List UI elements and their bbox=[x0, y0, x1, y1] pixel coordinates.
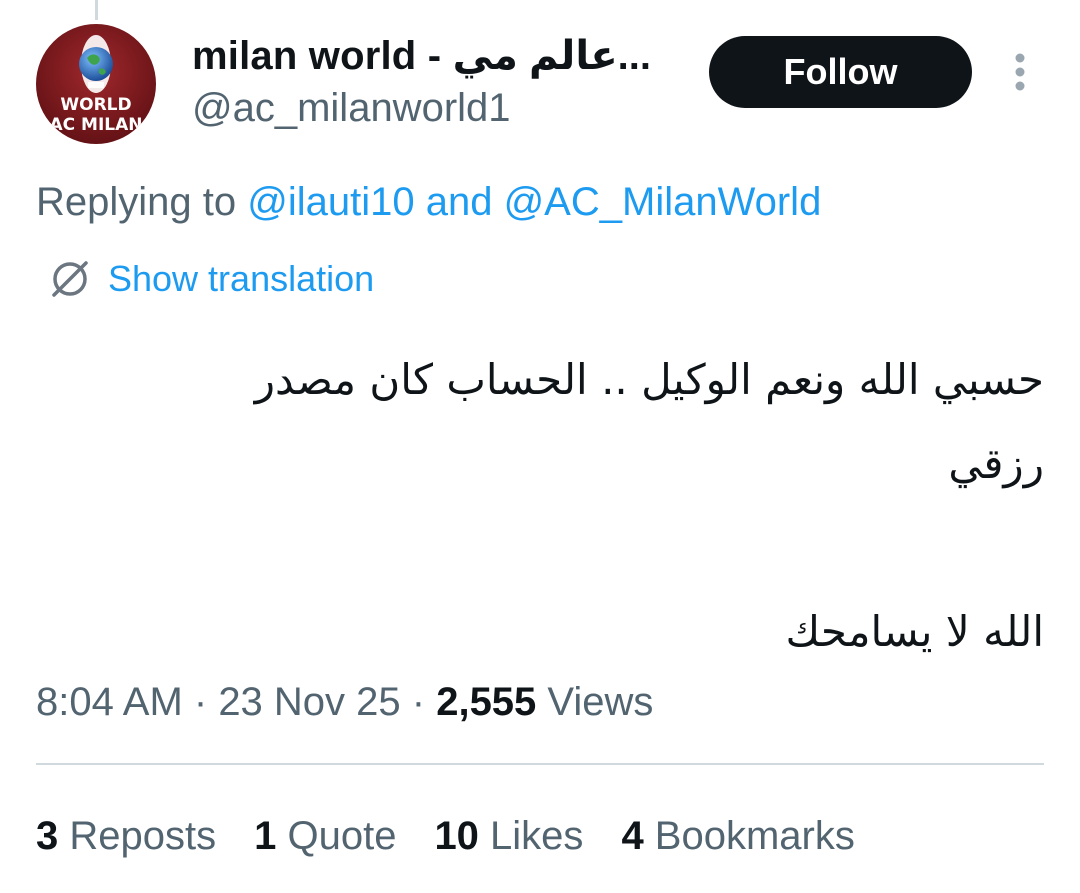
bookmarks-count: 4 bbox=[621, 814, 644, 858]
reply-mention-ilauti10[interactable]: @ilauti10 bbox=[247, 180, 414, 224]
bookmarks-label: Bookmarks bbox=[643, 814, 855, 858]
tweet-line-2: رزقي bbox=[948, 439, 1044, 488]
avatar-logo-icon: WORLD AC MILAN bbox=[36, 24, 156, 144]
author-display-name[interactable]: milan world - عالم مي... bbox=[192, 30, 682, 82]
tweet-time[interactable]: 8:04 AM bbox=[36, 680, 183, 724]
avatar-text-acmilan: AC MILAN bbox=[49, 115, 142, 135]
thread-connector-line bbox=[95, 0, 98, 20]
tweet-body: حسبي الله ونعم الوكيل .. الحساب كان مصدر… bbox=[104, 338, 1044, 674]
more-options-button[interactable] bbox=[1002, 50, 1038, 94]
views-count: 2,555 bbox=[436, 680, 537, 724]
replying-to-line: Replying to @ilauti10 and @AC_MilanWorld bbox=[36, 176, 821, 228]
author-info: milan world - عالم مي... @ac_milanworld1 bbox=[192, 30, 682, 134]
tweet-date[interactable]: 23 Nov 25 bbox=[218, 680, 400, 724]
avatar[interactable]: WORLD AC MILAN bbox=[36, 24, 156, 144]
tweet-line-3: الله لا يسامحك bbox=[785, 607, 1044, 656]
reply-mention-ac-milanworld[interactable]: @AC_MilanWorld bbox=[504, 180, 822, 224]
meta-separator-1: · bbox=[182, 680, 219, 724]
likes-stat[interactable]: 10 Likes bbox=[434, 810, 583, 862]
quotes-count: 1 bbox=[254, 814, 277, 858]
engagement-stats: 3 Reposts 1 Quote 10 Likes 4 Bookmarks bbox=[36, 810, 893, 862]
meta-separator-2: · bbox=[400, 680, 437, 724]
views-label: Views bbox=[536, 680, 654, 724]
follow-button[interactable]: Follow bbox=[709, 36, 972, 108]
globe-slash-icon bbox=[52, 261, 88, 297]
author-handle[interactable]: @ac_milanworld1 bbox=[192, 82, 682, 134]
reply-connector: and bbox=[414, 180, 504, 224]
tweet-meta: 8:04 AM · 23 Nov 25 · 2,555 Views bbox=[36, 676, 653, 728]
reposts-stat[interactable]: 3 Reposts bbox=[36, 810, 216, 862]
avatar-text-world: WORLD bbox=[60, 95, 131, 115]
quotes-stat[interactable]: 1 Quote bbox=[254, 810, 396, 862]
tweet-line-1: حسبي الله ونعم الوكيل .. الحساب كان مصدر bbox=[254, 355, 1044, 404]
reposts-count: 3 bbox=[36, 814, 59, 858]
more-vertical-icon bbox=[1015, 53, 1025, 91]
likes-label: Likes bbox=[478, 814, 584, 858]
show-translation-label: Show translation bbox=[108, 258, 375, 299]
show-translation-link[interactable]: Show translation bbox=[48, 256, 374, 302]
likes-count: 10 bbox=[434, 814, 479, 858]
quotes-label: Quote bbox=[276, 814, 397, 858]
replying-prefix: Replying to bbox=[36, 180, 248, 224]
divider bbox=[36, 763, 1044, 765]
bookmarks-stat[interactable]: 4 Bookmarks bbox=[621, 810, 854, 862]
reposts-label: Reposts bbox=[58, 814, 217, 858]
